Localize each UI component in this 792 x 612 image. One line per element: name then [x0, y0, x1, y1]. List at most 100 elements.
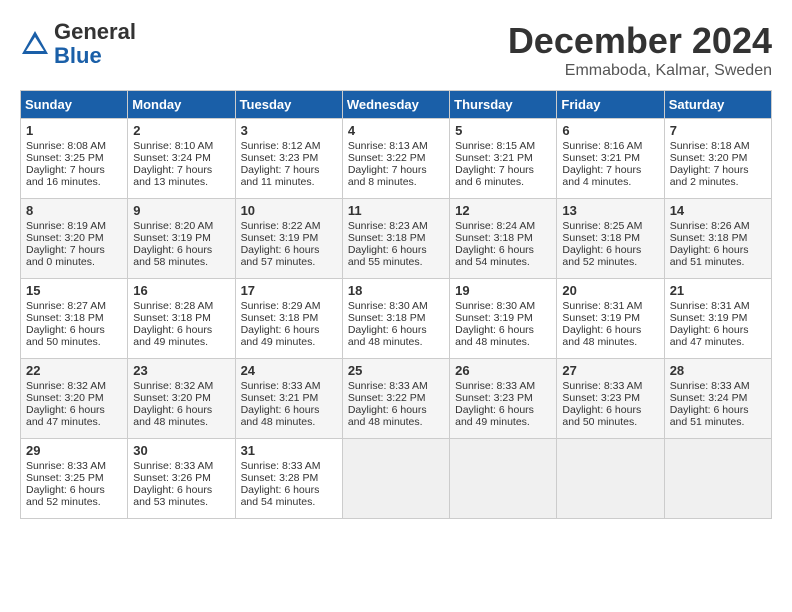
cell-info: Sunset: 3:21 PM: [241, 392, 337, 404]
cell-info: Sunrise: 8:28 AM: [133, 300, 229, 312]
cell-info: Sunrise: 8:16 AM: [562, 140, 658, 152]
cell-info: Sunset: 3:18 PM: [348, 232, 444, 244]
cell-info: Sunrise: 8:33 AM: [455, 380, 551, 392]
cell-info: Daylight: 6 hours and 49 minutes.: [455, 404, 551, 428]
cell-info: Sunset: 3:20 PM: [670, 152, 766, 164]
cell-info: Sunrise: 8:13 AM: [348, 140, 444, 152]
cell-info: Sunset: 3:26 PM: [133, 472, 229, 484]
cell-info: Daylight: 7 hours and 8 minutes.: [348, 164, 444, 188]
calendar-cell: 10Sunrise: 8:22 AMSunset: 3:19 PMDayligh…: [235, 199, 342, 279]
cell-info: Daylight: 7 hours and 0 minutes.: [26, 244, 122, 268]
title-block: December 2024 Emmaboda, Kalmar, Sweden: [508, 20, 772, 80]
cell-info: Daylight: 6 hours and 48 minutes.: [562, 324, 658, 348]
cell-info: Sunset: 3:20 PM: [26, 232, 122, 244]
day-number: 18: [348, 283, 444, 298]
day-number: 13: [562, 203, 658, 218]
cell-info: Sunset: 3:23 PM: [455, 392, 551, 404]
calendar-cell: 14Sunrise: 8:26 AMSunset: 3:18 PMDayligh…: [664, 199, 771, 279]
calendar-cell: 13Sunrise: 8:25 AMSunset: 3:18 PMDayligh…: [557, 199, 664, 279]
cell-info: Daylight: 6 hours and 48 minutes.: [241, 404, 337, 428]
cell-info: Sunrise: 8:15 AM: [455, 140, 551, 152]
cell-info: Daylight: 6 hours and 51 minutes.: [670, 244, 766, 268]
cell-info: Daylight: 7 hours and 11 minutes.: [241, 164, 337, 188]
cell-info: Sunset: 3:24 PM: [670, 392, 766, 404]
calendar-cell: 18Sunrise: 8:30 AMSunset: 3:18 PMDayligh…: [342, 279, 449, 359]
day-number: 22: [26, 363, 122, 378]
cell-info: Sunrise: 8:18 AM: [670, 140, 766, 152]
cell-info: Daylight: 7 hours and 16 minutes.: [26, 164, 122, 188]
cell-info: Sunrise: 8:32 AM: [133, 380, 229, 392]
cell-info: Sunset: 3:20 PM: [133, 392, 229, 404]
cell-info: Sunrise: 8:31 AM: [562, 300, 658, 312]
cell-info: Sunrise: 8:19 AM: [26, 220, 122, 232]
location: Emmaboda, Kalmar, Sweden: [508, 62, 772, 80]
cell-info: Sunrise: 8:27 AM: [26, 300, 122, 312]
calendar-cell: 4Sunrise: 8:13 AMSunset: 3:22 PMDaylight…: [342, 119, 449, 199]
logo: General Blue: [20, 20, 136, 68]
cell-info: Sunrise: 8:33 AM: [562, 380, 658, 392]
cell-info: Sunset: 3:18 PM: [26, 312, 122, 324]
cell-info: Daylight: 6 hours and 48 minutes.: [455, 324, 551, 348]
cell-info: Sunrise: 8:31 AM: [670, 300, 766, 312]
calendar-cell: 21Sunrise: 8:31 AMSunset: 3:19 PMDayligh…: [664, 279, 771, 359]
cell-info: Sunrise: 8:33 AM: [670, 380, 766, 392]
cell-info: Sunset: 3:18 PM: [133, 312, 229, 324]
cell-info: Sunset: 3:28 PM: [241, 472, 337, 484]
calendar-cell: 31Sunrise: 8:33 AMSunset: 3:28 PMDayligh…: [235, 439, 342, 519]
calendar-cell: 23 Sunrise: 8:32 AMSunset: 3:20 PMDayligh…: [128, 359, 235, 439]
calendar-cell: 2Sunrise: 8:10 AMSunset: 3:24 PMDaylight…: [128, 119, 235, 199]
calendar-body: 1Sunrise: 8:08 AMSunset: 3:25 PMDaylight…: [21, 119, 772, 519]
calendar-cell: [342, 439, 449, 519]
cell-info: Sunset: 3:21 PM: [455, 152, 551, 164]
calendar-cell: 17Sunrise: 8:29 AMSunset: 3:18 PMDayligh…: [235, 279, 342, 359]
day-number: 17: [241, 283, 337, 298]
cell-info: Daylight: 6 hours and 49 minutes.: [133, 324, 229, 348]
cell-info: Daylight: 7 hours and 13 minutes.: [133, 164, 229, 188]
calendar-cell: 11Sunrise: 8:23 AMSunset: 3:18 PMDayligh…: [342, 199, 449, 279]
day-number: 30: [133, 443, 229, 458]
day-number: 23: [133, 363, 229, 378]
cell-info: Sunrise: 8:29 AM: [241, 300, 337, 312]
cell-info: Sunset: 3:22 PM: [348, 152, 444, 164]
cell-info: Sunrise: 8:33 AM: [133, 460, 229, 472]
day-header-monday: Monday: [128, 91, 235, 119]
cell-info: Daylight: 6 hours and 50 minutes.: [562, 404, 658, 428]
day-header-tuesday: Tuesday: [235, 91, 342, 119]
cell-info: Sunrise: 8:26 AM: [670, 220, 766, 232]
day-number: 26: [455, 363, 551, 378]
cell-info: Sunrise: 8:12 AM: [241, 140, 337, 152]
calendar-cell: [450, 439, 557, 519]
day-number: 1: [26, 123, 122, 138]
cell-info: Daylight: 6 hours and 55 minutes.: [348, 244, 444, 268]
day-number: 31: [241, 443, 337, 458]
cell-info: Daylight: 6 hours and 51 minutes.: [670, 404, 766, 428]
cell-info: Daylight: 6 hours and 48 minutes.: [133, 404, 229, 428]
cell-info: Daylight: 7 hours and 6 minutes.: [455, 164, 551, 188]
cell-info: Sunset: 3:19 PM: [670, 312, 766, 324]
cell-info: Daylight: 6 hours and 47 minutes.: [670, 324, 766, 348]
logo-icon: [20, 29, 50, 59]
calendar-cell: 19Sunrise: 8:30 AMSunset: 3:19 PMDayligh…: [450, 279, 557, 359]
calendar-week-1: 1Sunrise: 8:08 AMSunset: 3:25 PMDaylight…: [21, 119, 772, 199]
cell-info: Sunset: 3:19 PM: [562, 312, 658, 324]
day-number: 29: [26, 443, 122, 458]
cell-info: Daylight: 6 hours and 57 minutes.: [241, 244, 337, 268]
cell-info: Daylight: 6 hours and 54 minutes.: [455, 244, 551, 268]
day-header-saturday: Saturday: [664, 91, 771, 119]
calendar-cell: 8Sunrise: 8:19 AMSunset: 3:20 PMDaylight…: [21, 199, 128, 279]
cell-info: Sunrise: 8:33 AM: [241, 460, 337, 472]
calendar-cell: 25Sunrise: 8:33 AMSunset: 3:22 PMDayligh…: [342, 359, 449, 439]
cell-info: Sunrise: 8:23 AM: [348, 220, 444, 232]
day-number: 14: [670, 203, 766, 218]
calendar-week-2: 8Sunrise: 8:19 AMSunset: 3:20 PMDaylight…: [21, 199, 772, 279]
cell-info: Sunset: 3:21 PM: [562, 152, 658, 164]
cell-info: Daylight: 6 hours and 49 minutes.: [241, 324, 337, 348]
day-header-sunday: Sunday: [21, 91, 128, 119]
cell-info: Sunset: 3:18 PM: [562, 232, 658, 244]
logo-text: General Blue: [54, 20, 136, 68]
cell-info: Sunset: 3:22 PM: [348, 392, 444, 404]
cell-info: Daylight: 6 hours and 58 minutes.: [133, 244, 229, 268]
calendar-week-4: 22Sunrise: 8:32 AMSunset: 3:20 PMDayligh…: [21, 359, 772, 439]
cell-info: Sunset: 3:19 PM: [455, 312, 551, 324]
day-number: 16: [133, 283, 229, 298]
